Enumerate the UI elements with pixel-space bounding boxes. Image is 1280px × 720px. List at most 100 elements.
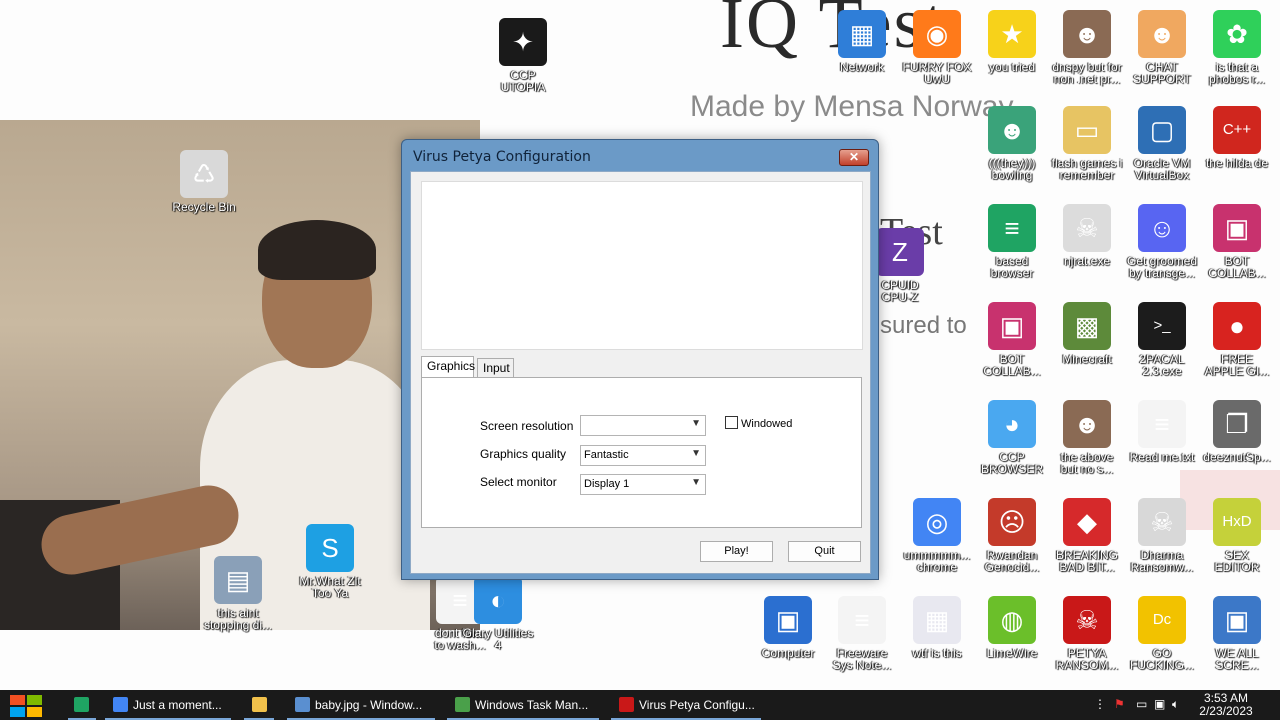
desktop-icon-label: deeznutSp... bbox=[1203, 450, 1271, 464]
desktop-icon[interactable]: ★ you tried bbox=[974, 10, 1050, 73]
desktop-icon[interactable]: ▦ Network bbox=[824, 10, 900, 73]
desktop-icon[interactable]: Dc GO FUCKING... bbox=[1124, 596, 1200, 671]
desktop-icon[interactable]: ▣ WE ALL SCRE... bbox=[1199, 596, 1275, 671]
windowed-option[interactable]: Windowed bbox=[725, 416, 792, 430]
chrome-icon bbox=[113, 697, 128, 712]
text-file-icon: ≡ bbox=[1138, 400, 1186, 448]
dialog-titlebar[interactable]: Virus Petya Configuration ✕ bbox=[402, 140, 878, 174]
tab-graphics[interactable]: Graphics bbox=[421, 356, 475, 378]
portrait-icon: ☻ bbox=[1063, 400, 1111, 448]
screen-resolution-label: Screen resolution bbox=[480, 419, 574, 433]
start-button[interactable] bbox=[10, 695, 42, 717]
desktop-icon[interactable]: ☠ njrat.exe bbox=[1049, 204, 1125, 267]
desktop-icon[interactable]: ✦ CCP UTOPIA bbox=[485, 18, 561, 93]
desktop-icon[interactable]: S Mr.What Zit Too Ya bbox=[292, 524, 368, 599]
desktop-icon[interactable]: ☻ CHAT SUPPORT bbox=[1124, 10, 1200, 85]
quit-button[interactable]: Quit bbox=[788, 541, 861, 562]
desktop-icon[interactable]: ☠ Dharma Ransomw... bbox=[1124, 498, 1200, 573]
desktop-icon[interactable]: ▣ BOT COLLAB... bbox=[1199, 204, 1275, 279]
volume-icon[interactable]: 🔈︎ bbox=[1172, 697, 1179, 712]
windows-logo-icon bbox=[27, 707, 42, 717]
taskbar-item[interactable]: Just a moment... bbox=[105, 690, 231, 720]
desktop-icon-label: Network bbox=[839, 60, 884, 74]
desktop-icon[interactable]: ▢ Oracle VM VirtualBox bbox=[1124, 106, 1200, 181]
flag-icon[interactable]: ⚑ bbox=[1114, 697, 1125, 711]
skull-icon: ☠ bbox=[1063, 204, 1111, 252]
desktop-icon[interactable]: >_ 2PACAL 2.3.exe bbox=[1124, 302, 1200, 377]
desktop-icon[interactable]: ▣ Computer bbox=[750, 596, 826, 659]
desktop-icon[interactable]: ◕ CCP BROWSER bbox=[974, 400, 1050, 475]
portrait-icon: ☻ bbox=[1063, 10, 1111, 58]
cpuz-icon: Z bbox=[876, 228, 924, 276]
ccp-utopia-icon: ✦ bbox=[499, 18, 547, 66]
desktop-icon[interactable]: ◐ Glary Utilities 4 bbox=[460, 576, 536, 651]
desktop-icon[interactable]: ☺ Get groomed by transge... bbox=[1124, 204, 1200, 279]
chevron-down-icon: ▼ bbox=[691, 448, 701, 459]
discord-icon: ☺ bbox=[1138, 204, 1186, 252]
desktop-icon[interactable]: HxD SEX EDITOR bbox=[1199, 498, 1275, 573]
taskbar-item[interactable] bbox=[244, 690, 274, 720]
desktop-icon[interactable]: ✿ is that a phobos r... bbox=[1199, 10, 1275, 85]
taskbar-pinned-app[interactable] bbox=[68, 690, 96, 720]
desktop-icon[interactable]: ≡ based browser bbox=[974, 204, 1050, 279]
desktop-icon[interactable]: ▦ wtf is this bbox=[899, 596, 975, 659]
desktop-icon-label: 2PACAL 2.3.exe bbox=[1139, 352, 1185, 378]
apple-icon: ● bbox=[1213, 302, 1261, 350]
screen-resolution-select[interactable]: ▼ bbox=[580, 415, 706, 436]
taskbar-item[interactable]: Windows Task Man... bbox=[447, 690, 599, 720]
desktop-icon[interactable]: ▭ flash games i remember bbox=[1049, 106, 1125, 181]
desktop-icon[interactable]: ☻ dnspy but for non .net pr... bbox=[1049, 10, 1125, 85]
desktop-icon[interactable]: ❐ deeznutSp... bbox=[1199, 400, 1275, 463]
desktop-icon-label: Mr.What Zit Too Ya bbox=[299, 574, 361, 600]
taskbar-item-label: baby.jpg - Window... bbox=[315, 698, 423, 712]
desktop-icon-label: Oracle VM VirtualBox bbox=[1133, 156, 1191, 182]
desktop-icon[interactable]: ◍ LimeWire bbox=[974, 596, 1050, 659]
desktop-icon[interactable]: ◆ BREAKING BAD BIT... bbox=[1049, 498, 1125, 573]
desktop-icon[interactable]: C++ the hilda de bbox=[1199, 106, 1275, 169]
cmd-icon: >_ bbox=[1138, 302, 1186, 350]
desktop-icon[interactable]: ☻ (((they))) bowling bbox=[974, 106, 1050, 181]
desktop-icon-label: WE ALL SCRE... bbox=[1215, 646, 1259, 672]
desktop-icon[interactable]: ≡ Freeware Sys Note... bbox=[824, 596, 900, 671]
scanner-icon: ▤ bbox=[214, 556, 262, 604]
desktop-icon[interactable]: ☻ the above but no s... bbox=[1049, 400, 1125, 475]
taskbar-item[interactable]: baby.jpg - Window... bbox=[287, 690, 435, 720]
minecraft-icon: ▩ bbox=[1063, 302, 1111, 350]
desktop-icon[interactable]: ♺ Recycle Bin bbox=[166, 150, 242, 213]
desktop-icon-label: Recycle Bin bbox=[172, 200, 236, 214]
dialog-client-area: Graphics Input Screen resolution ▼ Windo… bbox=[410, 171, 871, 574]
desktop-icon[interactable]: ◎ ummmmm... chrome bbox=[899, 498, 975, 573]
desktop-icon[interactable]: ☠ PETYA RANSOM... bbox=[1049, 596, 1125, 671]
network-icon[interactable]: ▣ bbox=[1154, 697, 1165, 711]
taskbar-clock[interactable]: 3:53 AM 2/23/2023 bbox=[1190, 692, 1262, 718]
close-button[interactable]: ✕ bbox=[839, 149, 869, 166]
play-button[interactable]: Play! bbox=[700, 541, 773, 562]
angry-bird-icon: ◆ bbox=[1063, 498, 1111, 546]
chat-support-icon: ☻ bbox=[1138, 10, 1186, 58]
windowed-checkbox[interactable] bbox=[725, 416, 738, 429]
desktop-icon[interactable]: ☹ Rwandan Genocid... bbox=[974, 498, 1050, 573]
desktop-icon-label: the above but no s... bbox=[1060, 450, 1114, 476]
display-icon[interactable]: ▭ bbox=[1136, 697, 1147, 711]
desktop-icon[interactable]: ≡ Read me.txt bbox=[1124, 400, 1200, 463]
banner-image-area bbox=[421, 181, 863, 350]
taskbar-item[interactable]: Virus Petya Configu... bbox=[611, 690, 761, 720]
desktop-icon[interactable]: ▩ Minecraft bbox=[1049, 302, 1125, 365]
overflow-menu-icon[interactable]: ⋮ bbox=[1094, 697, 1106, 711]
folder-icon: ▭ bbox=[1063, 106, 1111, 154]
desktop-icon-label: LimeWire bbox=[986, 646, 1038, 660]
lime-icon: ✿ bbox=[1213, 10, 1261, 58]
desktop-icon-label: ummmmm... chrome bbox=[903, 548, 971, 574]
desktop-icon-label: njrat.exe bbox=[1063, 254, 1111, 268]
desktop-icon[interactable]: ▣ BOT COLLAB... bbox=[974, 302, 1050, 377]
file-explorer-icon bbox=[252, 697, 267, 712]
select-monitor-select[interactable]: Display 1 ▼ bbox=[580, 474, 706, 495]
desktop-icon[interactable]: ▤ this aint stopping di... bbox=[200, 556, 276, 631]
computer-icon: ▣ bbox=[764, 596, 812, 644]
desktop-icon[interactable]: ◉ FURRY FOX UwU bbox=[899, 10, 975, 85]
hxd-icon: HxD bbox=[1213, 498, 1261, 546]
tab-input[interactable]: Input bbox=[477, 358, 514, 378]
sheets-icon: ≡ bbox=[988, 204, 1036, 252]
graphics-quality-select[interactable]: Fantastic ▼ bbox=[580, 445, 706, 466]
desktop-icon[interactable]: ● FREE APPLE GI... bbox=[1199, 302, 1275, 377]
